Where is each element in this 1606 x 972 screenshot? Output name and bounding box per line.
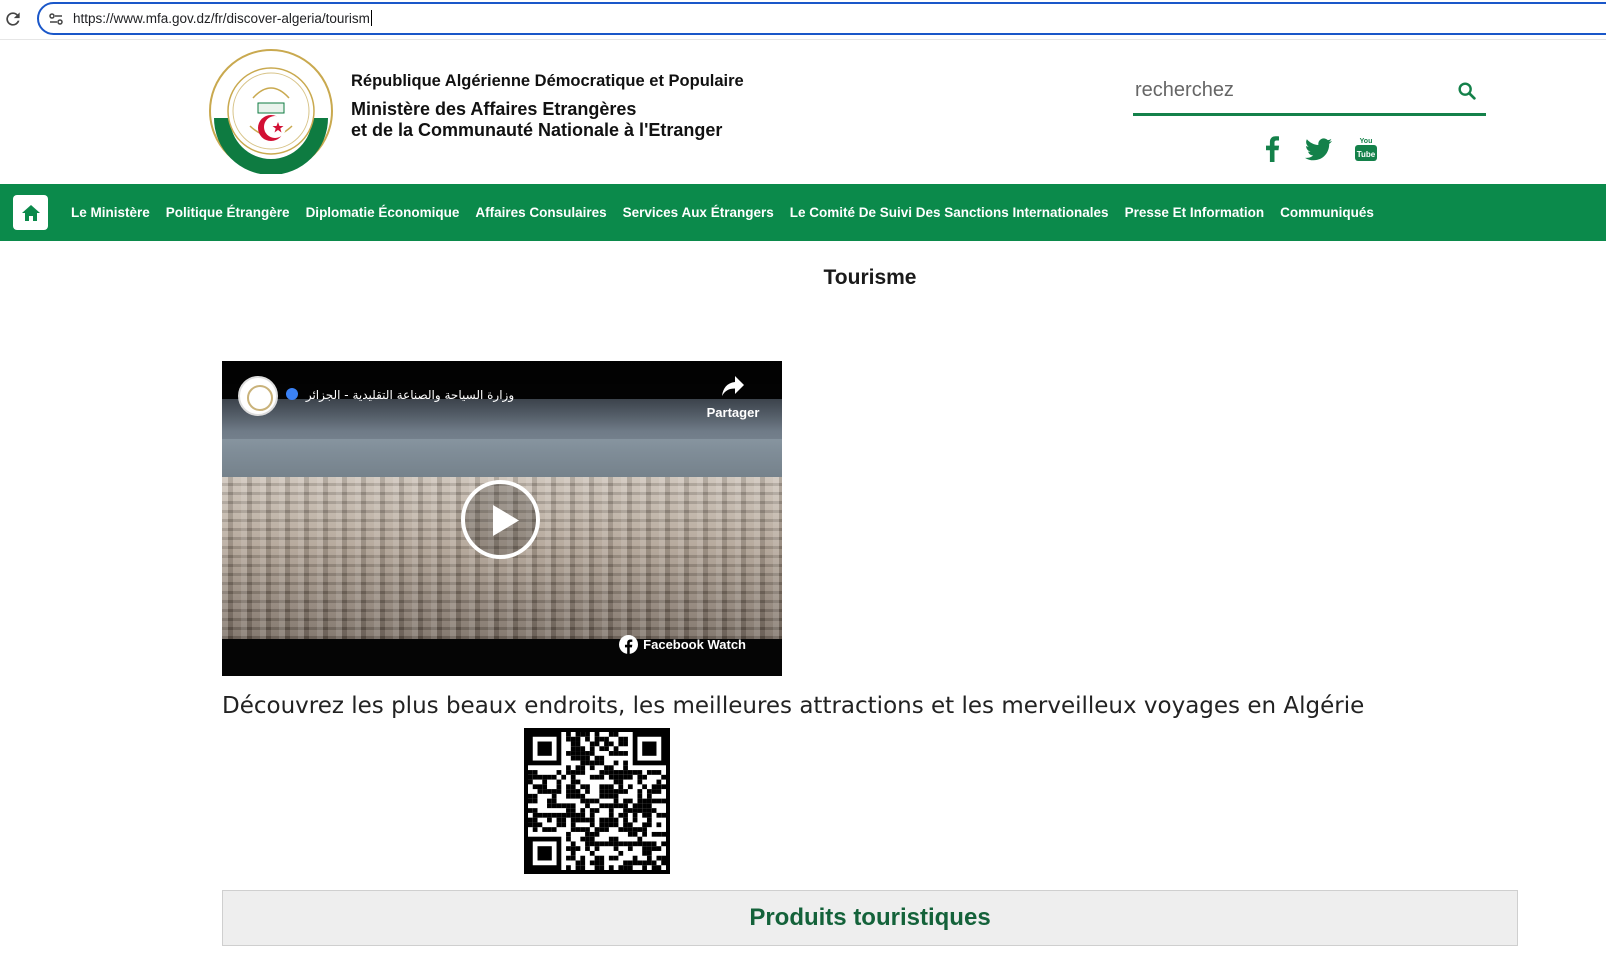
facebook-watch-label: Facebook Watch — [643, 637, 746, 652]
home-button[interactable] — [13, 195, 48, 230]
search-input[interactable] — [1133, 71, 1433, 109]
video-sea — [222, 439, 782, 477]
nav-item-7[interactable]: Communiqués — [1272, 205, 1382, 220]
qr-code-icon — [528, 732, 666, 870]
intro-text: Découvrez les plus beaux endroits, les m… — [222, 693, 1365, 719]
youtube-icon[interactable]: You Tube — [1352, 136, 1379, 163]
verified-badge-icon — [286, 388, 298, 400]
nav-item-2[interactable]: Diplomatie Économique — [298, 205, 468, 220]
share-button[interactable]: Partager — [706, 375, 760, 420]
search-box — [1133, 68, 1486, 116]
share-label: Partager — [706, 405, 760, 420]
search-icon[interactable] — [1456, 80, 1478, 102]
facebook-logo-icon — [619, 635, 639, 654]
facebook-icon[interactable] — [1258, 136, 1285, 163]
browser-toolbar: https://www.mfa.gov.dz/fr/discover-alger… — [0, 0, 1606, 40]
nav-item-0[interactable]: Le Ministère — [63, 205, 158, 220]
svg-text:Tube: Tube — [1356, 150, 1375, 159]
nav-menu: Le Ministère Politique Étrangère Diplomati… — [63, 184, 1382, 241]
channel-name-text: وزارة السياحة والصناعة التقليدية - الجزا… — [305, 388, 515, 402]
products-label: Produits touristiques — [749, 904, 991, 931]
address-bar[interactable]: https://www.mfa.gov.dz/fr/discover-alger… — [37, 2, 1606, 35]
share-arrow-icon — [722, 376, 744, 396]
nav-item-1[interactable]: Politique Étrangère — [158, 205, 298, 220]
nav-item-3[interactable]: Affaires Consulaires — [467, 205, 614, 220]
page-title-wrapper: Tourisme — [0, 266, 1606, 290]
site-info-icon[interactable] — [48, 11, 64, 27]
republic-name: République Algérienne Démocratique et Po… — [351, 72, 744, 90]
video-player[interactable]: وزارة السياحة والصناعة التقليدية - الجزا… — [222, 361, 782, 676]
social-links: You Tube — [1258, 133, 1379, 165]
channel-avatar[interactable] — [238, 376, 278, 416]
twitter-icon[interactable] — [1305, 136, 1332, 163]
qr-code — [524, 728, 670, 874]
nav-item-4[interactable]: Services Aux Étrangers — [615, 205, 782, 220]
ministry-seal-icon — [209, 49, 333, 175]
nav-item-6[interactable]: Presse Et Information — [1117, 205, 1273, 220]
facebook-watch-link[interactable]: Facebook Watch — [619, 635, 746, 654]
ministry-name: Ministère des Affaires Etrangères — [351, 99, 637, 119]
svg-text:You: You — [1359, 138, 1372, 145]
reload-icon[interactable] — [3, 9, 23, 29]
home-icon — [21, 204, 40, 221]
url-text[interactable]: https://www.mfa.gov.dz/fr/discover-alger… — [73, 10, 372, 26]
channel-name[interactable]: وزارة السياحة والصناعة التقليدية - الجزا… — [286, 388, 514, 402]
text-caret — [370, 10, 372, 26]
header-title-block: République Algérienne Démocratique et Po… — [351, 72, 744, 141]
main-navigation: Le Ministère Politique Étrangère Diplomati… — [0, 184, 1606, 241]
play-icon — [493, 505, 519, 536]
play-button[interactable] — [461, 480, 540, 559]
products-section-header[interactable]: Produits touristiques — [222, 890, 1518, 946]
nav-item-5[interactable]: Le Comité De Suivi Des Sanctions Interna… — [782, 205, 1117, 220]
ministry-logo[interactable] — [208, 48, 334, 175]
page-title: Tourisme — [823, 266, 917, 289]
ministry-name-continued: et de la Communauté Nationale à l'Etrang… — [351, 120, 723, 140]
